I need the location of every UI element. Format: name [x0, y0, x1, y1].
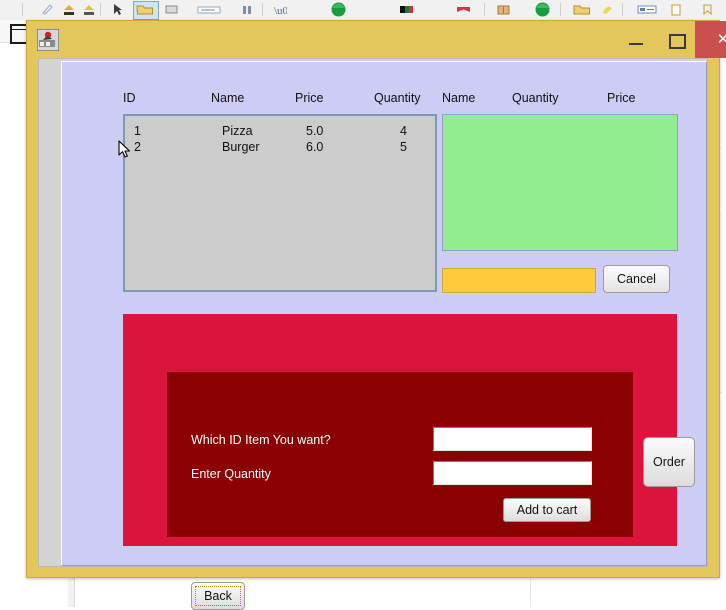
cart-header-name: Name — [442, 91, 475, 105]
svg-text:\u03a8: \u03a8 — [274, 5, 287, 17]
red-ribbon-icon[interactable] — [455, 2, 472, 17]
order-button[interactable]: Order — [643, 437, 695, 487]
cancel-button[interactable]: Cancel — [603, 265, 670, 293]
order-panel: Which ID Item You want? Enter Quantity A… — [123, 314, 677, 546]
window-client-area: ID Name Price Quantity Name Quantity Pri… — [38, 58, 708, 567]
add-to-cart-button[interactable]: Add to cart — [503, 498, 591, 522]
color-swatch-icon[interactable] — [82, 2, 97, 17]
list-view-icon[interactable] — [636, 2, 658, 17]
save-icon[interactable] — [164, 2, 179, 17]
cell-name: Pizza — [222, 124, 253, 138]
inventory-header-quantity: Quantity — [374, 91, 421, 105]
order-form: Which ID Item You want? Enter Quantity A… — [167, 372, 633, 537]
close-icon: ✕ — [695, 30, 726, 48]
minimize-button[interactable] — [619, 21, 655, 58]
green-sphere-icon[interactable] — [534, 1, 551, 18]
folder-icon[interactable] — [572, 2, 591, 17]
cursor-arrow-icon[interactable] — [110, 2, 125, 17]
cart-header-price: Price — [607, 91, 635, 105]
maximize-icon — [669, 34, 686, 49]
open-folder-icon[interactable] — [133, 1, 159, 20]
package-icon[interactable] — [496, 2, 511, 17]
cell-id: 1 — [134, 124, 141, 138]
background-toolbar[interactable]: \u03a8 — [0, 0, 726, 21]
minimize-icon — [629, 43, 643, 45]
highlight-icon[interactable] — [600, 2, 615, 17]
item-id-label: Which ID Item You want? — [191, 433, 331, 447]
maximize-button[interactable] — [659, 21, 695, 58]
inventory-list[interactable]: 1 Pizza 5.0 4 2 Burger 6.0 5 — [123, 114, 437, 292]
cart-header-quantity: Quantity — [512, 91, 559, 105]
flag-icon[interactable] — [398, 2, 415, 17]
mark-icon[interactable] — [700, 2, 715, 17]
cart-list[interactable] — [442, 114, 678, 251]
green-sphere-icon[interactable] — [330, 1, 347, 18]
color-swatch-icon[interactable] — [62, 2, 77, 17]
cell-quantity: 4 — [400, 124, 407, 138]
mouse-cursor — [118, 140, 132, 160]
close-button[interactable]: ✕ — [695, 21, 726, 58]
back-button-label: Back — [204, 589, 232, 603]
table-row[interactable]: 1 Pizza 5.0 4 — [125, 124, 435, 139]
back-button[interactable]: Back — [191, 582, 245, 610]
inventory-header-id: ID — [123, 91, 136, 105]
application-window: ✕ ID Name Price Quantity Name Quantity P… — [26, 20, 720, 578]
cell-name: Burger — [222, 140, 260, 154]
cell-price: 5.0 — [306, 124, 323, 138]
inventory-header-name: Name — [211, 91, 244, 105]
text-field-icon[interactable] — [196, 2, 222, 17]
quantity-input[interactable] — [433, 461, 592, 485]
quantity-label: Enter Quantity — [191, 467, 271, 481]
document-icon[interactable] — [668, 2, 683, 17]
chart-bars-icon[interactable] — [240, 2, 255, 17]
title-bar[interactable]: ✕ — [27, 21, 719, 58]
cell-id: 2 — [134, 140, 141, 154]
cell-quantity: 5 — [400, 140, 407, 154]
inventory-header-price: Price — [295, 91, 323, 105]
item-id-input[interactable] — [433, 427, 592, 451]
formula-icon[interactable]: \u03a8 — [272, 2, 287, 17]
cell-price: 6.0 — [306, 140, 323, 154]
main-panel: ID Name Price Quantity Name Quantity Pri… — [61, 61, 707, 566]
table-row[interactable]: 2 Burger 6.0 5 — [125, 140, 435, 155]
pen-icon[interactable] — [40, 2, 55, 17]
java-duke-icon — [37, 29, 59, 51]
cart-total-field[interactable] — [442, 268, 596, 293]
